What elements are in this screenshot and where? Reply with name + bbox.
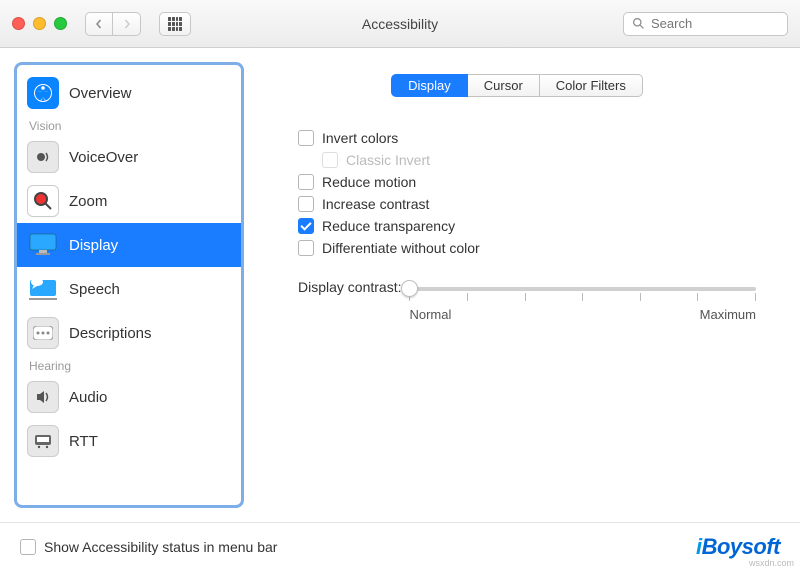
window-controls <box>12 17 67 30</box>
speech-icon <box>27 273 59 305</box>
contrast-slider-row: Display contrast: Normal Maximum <box>298 277 756 322</box>
minimize-window-button[interactable] <box>33 17 46 30</box>
source-watermark: wsxdn.com <box>749 558 794 568</box>
grid-icon <box>168 17 182 31</box>
sidebar-item-speech[interactable]: Speech <box>17 267 241 311</box>
zoom-window-button[interactable] <box>54 17 67 30</box>
sidebar-item-label: Display <box>69 237 118 254</box>
checkbox-icon <box>20 539 36 555</box>
sidebar: Overview Vision VoiceOver Zoom Display S… <box>14 62 244 508</box>
voiceover-icon <box>27 141 59 173</box>
sidebar-item-display[interactable]: Display <box>17 223 241 267</box>
checkbox-differentiate[interactable]: Differentiate without color <box>298 237 756 259</box>
checkbox-reduce-transparency[interactable]: Reduce transparency <box>298 215 756 237</box>
checkbox-show-status[interactable]: Show Accessibility status in menu bar <box>20 536 277 558</box>
tab-display[interactable]: Display <box>391 74 468 97</box>
checkbox-icon <box>322 152 338 168</box>
audio-icon <box>27 381 59 413</box>
search-input[interactable] <box>651 16 779 31</box>
forward-button[interactable] <box>113 12 141 36</box>
brand-watermark: iBoysoft <box>696 534 780 560</box>
sidebar-item-label: VoiceOver <box>69 149 138 166</box>
checkbox-invert-colors[interactable]: Invert colors <box>298 127 756 149</box>
sidebar-item-label: RTT <box>69 433 98 450</box>
zoom-icon <box>27 185 59 217</box>
sidebar-item-label: Speech <box>69 281 120 298</box>
sidebar-item-label: Descriptions <box>69 325 152 342</box>
sidebar-item-voiceover[interactable]: VoiceOver <box>17 135 241 179</box>
sidebar-section-hearing: Hearing <box>17 355 241 375</box>
slider-label: Display contrast: <box>298 277 401 295</box>
rtt-icon <box>27 425 59 457</box>
show-all-button[interactable] <box>159 12 191 36</box>
sidebar-section-vision: Vision <box>17 115 241 135</box>
sidebar-scroll[interactable]: Overview Vision VoiceOver Zoom Display S… <box>17 65 241 505</box>
tab-cursor[interactable]: Cursor <box>468 74 540 97</box>
nav-buttons <box>85 12 141 36</box>
checkbox-increase-contrast[interactable]: Increase contrast <box>298 193 756 215</box>
checkbox-icon <box>298 240 314 256</box>
sidebar-item-rtt[interactable]: RTT <box>17 419 241 463</box>
titlebar: Accessibility <box>0 0 800 48</box>
options-group: Invert colors Classic Invert Reduce moti… <box>298 127 756 259</box>
sidebar-item-audio[interactable]: Audio <box>17 375 241 419</box>
close-window-button[interactable] <box>12 17 25 30</box>
sidebar-item-label: Audio <box>69 389 107 406</box>
checkbox-icon <box>298 218 314 234</box>
descriptions-icon <box>27 317 59 349</box>
tab-bar: Display Cursor Color Filters <box>278 74 756 97</box>
checkbox-reduce-motion[interactable]: Reduce motion <box>298 171 756 193</box>
checkbox-icon <box>298 130 314 146</box>
checkbox-classic-invert: Classic Invert <box>322 149 756 171</box>
checkbox-icon <box>298 174 314 190</box>
slider-ticks <box>409 293 756 301</box>
sidebar-item-label: Zoom <box>69 193 107 210</box>
footer: Show Accessibility status in menu bar iB… <box>0 522 800 570</box>
search-field[interactable] <box>623 12 788 36</box>
panel-display: Display Cursor Color Filters Invert colo… <box>258 62 786 508</box>
display-icon <box>27 229 59 261</box>
tab-color-filters[interactable]: Color Filters <box>540 74 643 97</box>
slider-max-label: Maximum <box>700 307 756 322</box>
sidebar-item-label: Overview <box>69 85 132 102</box>
sidebar-item-overview[interactable]: Overview <box>17 71 241 115</box>
sidebar-item-zoom[interactable]: Zoom <box>17 179 241 223</box>
checkbox-icon <box>298 196 314 212</box>
contrast-slider[interactable] <box>409 287 756 291</box>
accessibility-icon <box>27 77 59 109</box>
sidebar-item-descriptions[interactable]: Descriptions <box>17 311 241 355</box>
back-button[interactable] <box>85 12 113 36</box>
search-icon <box>632 17 645 30</box>
slider-min-label: Normal <box>409 307 451 322</box>
